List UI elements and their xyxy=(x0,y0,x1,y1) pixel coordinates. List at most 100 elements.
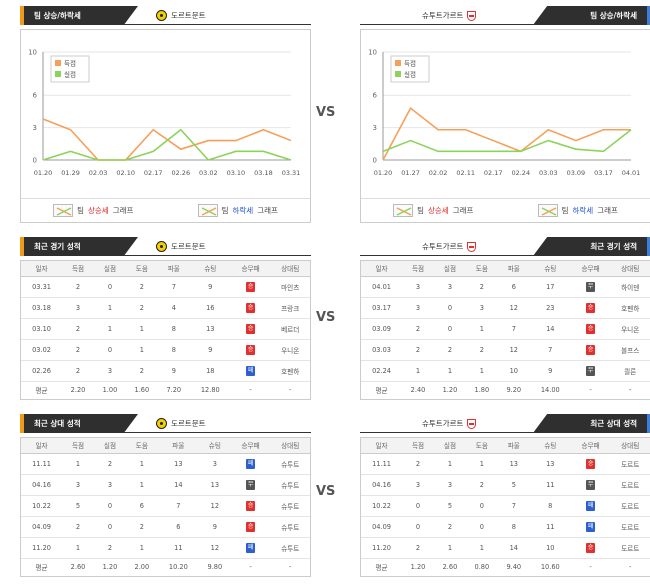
result-cell: 무 xyxy=(230,474,271,496)
result-cell: 패 xyxy=(570,516,611,538)
column-header: 도움 xyxy=(465,261,498,277)
legend-swatch xyxy=(55,71,61,77)
team-label: 슈투트가르트 xyxy=(422,242,464,251)
x-tick-label: 01.20 xyxy=(34,169,53,177)
x-tick-label: 03.10 xyxy=(227,169,246,177)
trend-panel-left: 팀 상승/하락세 도르트문트 0 3 6 10 01.20 01.29 02.03 02.10… xyxy=(20,6,311,223)
average-cell: - xyxy=(628,386,632,395)
dortmund-logo-icon xyxy=(156,418,167,429)
table-cell: 11 xyxy=(529,516,571,538)
table-cell: 2 xyxy=(465,276,498,298)
legend-label: 득점 xyxy=(64,60,76,68)
result-badge: 승 xyxy=(586,323,596,334)
result-badge: 승 xyxy=(246,500,256,511)
table-cell: 도르트 xyxy=(610,537,650,559)
team-label: 슈투트가르트 xyxy=(422,419,464,428)
table-cell: 14 xyxy=(529,318,571,340)
table-cell: 3 xyxy=(93,360,126,382)
result-badge: 패 xyxy=(586,521,596,532)
legend-down-label: 하락세 xyxy=(572,206,594,215)
table-cell: 11.20 xyxy=(361,537,403,559)
table-cell: 13 xyxy=(198,474,231,496)
table-cell: 1 xyxy=(125,318,158,340)
table-cell: 2 xyxy=(125,516,158,538)
chart-legend: 득점실점 xyxy=(390,55,430,83)
table-cell: 11 xyxy=(157,537,199,559)
table-cell: 2 xyxy=(433,516,466,538)
table-cell: 03.03 xyxy=(361,339,403,361)
legend-graph-label: 그래프 xyxy=(452,206,474,215)
average-cell: - xyxy=(288,386,292,395)
table-cell: 02.24 xyxy=(361,360,403,382)
table-cell: 12 xyxy=(198,537,231,559)
column-header: 득점 xyxy=(402,261,434,277)
table-cell: 하이덴 xyxy=(610,276,650,298)
table-row: 03.10 2 1 1 8 13 승 베르더 xyxy=(21,318,310,340)
team-name-right: 슈투트가르트 xyxy=(422,237,477,256)
table-cell: 04.01 xyxy=(361,276,403,298)
trend-header-right: 슈투트가르트 팀 상승/하락세 xyxy=(360,6,650,25)
column-header: 승무패 xyxy=(230,261,271,277)
table-cell: 1 xyxy=(465,318,498,340)
column-header: 상대팀 xyxy=(610,261,650,277)
table-cell: 호펜하 xyxy=(270,360,310,382)
table-cell: 1 xyxy=(433,453,466,475)
table-cell: 우니온 xyxy=(270,339,310,361)
average-cell: 1.20 xyxy=(102,563,118,572)
h2h-box-left: 일자 득점 실점 도움 파울 슈팅 승무패 상대팀 11.11 1 2 1 13 3 패 슈투트 04.16 3 3… xyxy=(20,437,311,577)
table-row: 11.20 2 1 1 14 10 승 도르트 xyxy=(361,537,650,559)
result-cell: 승 xyxy=(570,453,611,475)
column-header: 슈팅 xyxy=(529,261,571,277)
result-cell: 무 xyxy=(570,276,611,298)
h2h-tab-left: 최근 상대 성적 xyxy=(20,414,138,433)
recent-panel-left: 최근 경기 성적 도르트문트 일자 득점 실점 도움 파울 슈팅 승무패 상대팀 03.31 2 0… xyxy=(20,237,311,400)
table-cell: 1 xyxy=(465,537,498,559)
table-row: 04.16 3 3 1 14 13 무 슈투트 xyxy=(21,474,310,496)
y-tick-label: 6 xyxy=(33,92,38,100)
trend-up-icon xyxy=(393,204,414,217)
result-cell: 승 xyxy=(570,537,611,559)
table-row: 03.18 3 1 2 4 16 승 프랑크 xyxy=(21,297,310,319)
legend-up-item[interactable]: 팀 상승세 그래프 xyxy=(393,204,473,217)
table-row: 03.02 2 0 1 8 9 승 우니온 xyxy=(21,339,310,361)
table-row: 11.11 1 2 1 13 3 패 슈투트 xyxy=(21,453,310,475)
stuttgart-logo-icon xyxy=(467,418,477,429)
legend-down-item[interactable]: 팀 하락세 그래프 xyxy=(537,204,618,217)
result-badge: 무 xyxy=(586,281,596,292)
x-tick-label: 03.03 xyxy=(539,169,558,177)
trend-tab-left: 팀 상승/하락세 xyxy=(20,6,138,25)
average-cell: - xyxy=(249,386,252,395)
stuttgart-logo-icon xyxy=(467,10,477,21)
table-cell: 슈투트 xyxy=(270,537,310,559)
x-tick-label: 02.24 xyxy=(511,169,530,177)
column-header: 파울 xyxy=(157,438,199,454)
table-row: 02.26 2 3 2 9 18 패 호펜하 xyxy=(21,360,310,382)
line-chart-svg: 0 3 6 10 01.20 01.27 02.02 02.11 02.17 02.24 03.03… xyxy=(368,49,640,178)
table-cell: 04.09 xyxy=(361,516,403,538)
table-cell: 11.11 xyxy=(21,453,63,475)
table-cell: 6 xyxy=(497,276,530,298)
average-cell: 평균 xyxy=(375,387,388,396)
trend-down-icon xyxy=(197,204,218,217)
table-row: 10.22 5 0 6 7 12 승 슈투트 xyxy=(21,495,310,517)
legend-team-label: 팀 xyxy=(221,206,229,215)
column-header: 득점 xyxy=(62,438,94,454)
x-tick-label: 02.10 xyxy=(116,169,135,177)
result-cell: 승 xyxy=(230,318,271,340)
table-cell: 0 xyxy=(402,516,434,538)
table-row: 04.16 3 3 2 5 11 무 도르트 xyxy=(361,474,650,496)
result-cell: 패 xyxy=(230,360,271,382)
trend-chart-right: 0 3 6 10 01.20 01.27 02.02 02.11 02.17 02.24 03.03… xyxy=(361,30,650,198)
recent-header-left: 최근 경기 성적 도르트문트 xyxy=(20,237,311,256)
legend-down-item[interactable]: 팀 하락세 그래프 xyxy=(197,204,278,217)
table-cell: 12 xyxy=(198,495,231,517)
table-cell: 2 xyxy=(433,339,466,361)
table-cell: 8 xyxy=(529,495,571,517)
average-cell: - xyxy=(589,386,592,395)
table-cell: 2 xyxy=(62,339,94,361)
table-cell: 1 xyxy=(62,537,94,559)
table-row: 03.17 3 0 3 12 23 승 호펜하 xyxy=(361,297,650,319)
result-cell: 승 xyxy=(570,318,611,340)
legend-up-item[interactable]: 팀 상승세 그래프 xyxy=(53,204,133,217)
team-label: 도르트문트 xyxy=(171,11,206,20)
